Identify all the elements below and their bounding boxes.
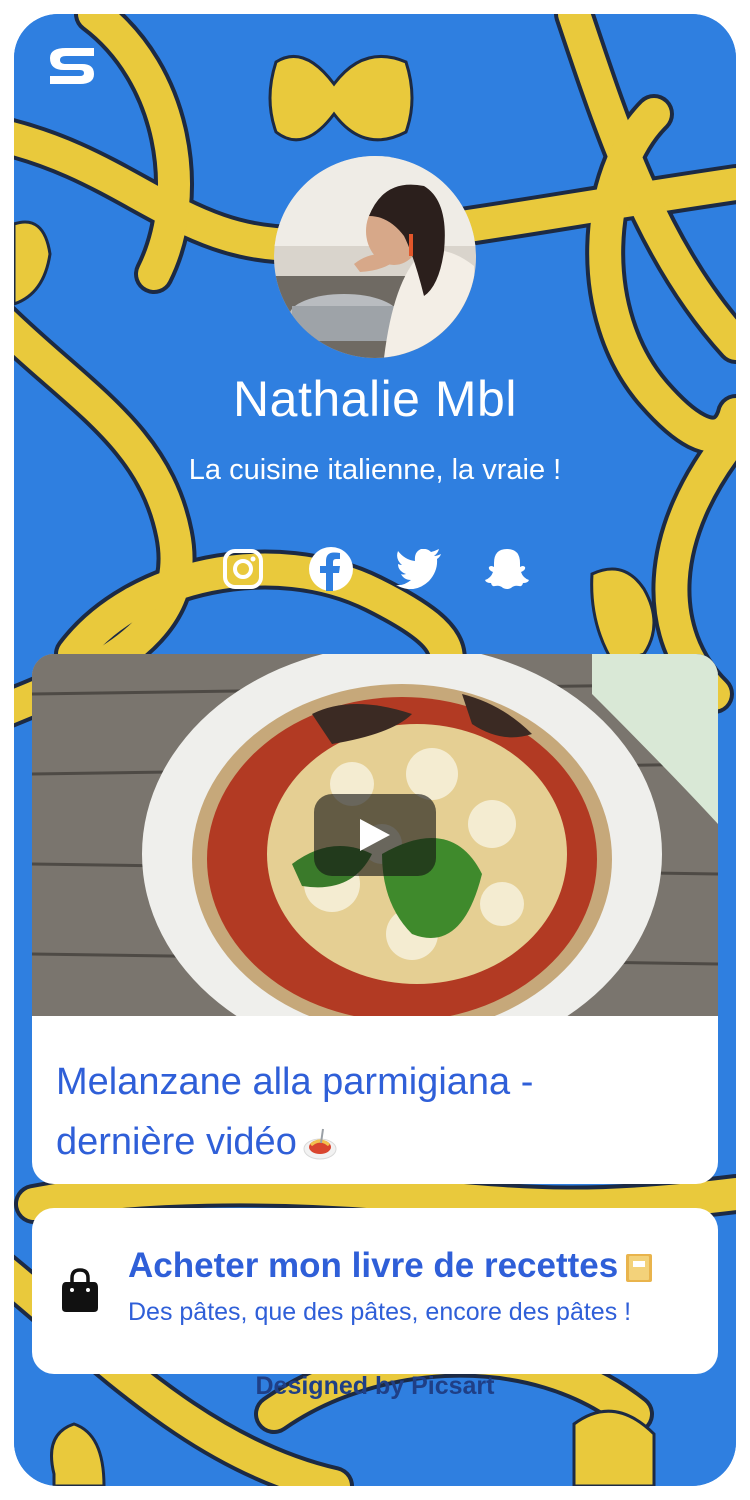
facebook-link[interactable]	[308, 546, 354, 592]
book-icon	[626, 1253, 653, 1282]
video-card-title: Melanzane alla parmigiana - dernière vid…	[56, 1052, 676, 1172]
shop-card-subtitle: Des pâtes, que des pâtes, encore des pât…	[128, 1298, 632, 1326]
social-links	[14, 546, 736, 592]
shop-title-text: Acheter mon livre de recettes	[128, 1246, 619, 1285]
twitter-icon	[396, 549, 441, 589]
video-card[interactable]: Melanzane alla parmigiana - dernière vid…	[32, 654, 718, 1184]
facebook-icon	[309, 547, 353, 591]
video-title-line2-wrap: dernière vidéo	[56, 1112, 676, 1172]
instagram-icon	[223, 549, 263, 589]
profile-bio: La cuisine italienne, la vraie !	[188, 454, 562, 486]
video-title-line2: dernière vidéo	[56, 1121, 297, 1163]
profile-page: Nathalie Mbl La cuisine italienne, la vr…	[14, 14, 736, 1486]
play-button[interactable]	[314, 794, 436, 876]
snapchat-icon	[485, 549, 529, 589]
avatar	[274, 156, 476, 358]
spaghetti-icon	[303, 1128, 337, 1160]
twitter-link[interactable]	[396, 546, 442, 592]
shop-card-title: Acheter mon livre de recettes	[128, 1246, 654, 1286]
play-icon	[360, 819, 390, 851]
shopping-bag-icon	[62, 1268, 98, 1312]
snapchat-link[interactable]	[484, 546, 530, 592]
shop-card[interactable]: Acheter mon livre de recettes Des pâtes,…	[32, 1208, 718, 1374]
profile-name: Nathalie Mbl	[233, 371, 517, 427]
brand-logo[interactable]	[46, 46, 98, 86]
instagram-link[interactable]	[220, 546, 266, 592]
designed-by-credit[interactable]: Designed by Picsart	[14, 1372, 736, 1401]
video-title-line1: Melanzane alla parmigiana -	[56, 1061, 534, 1103]
